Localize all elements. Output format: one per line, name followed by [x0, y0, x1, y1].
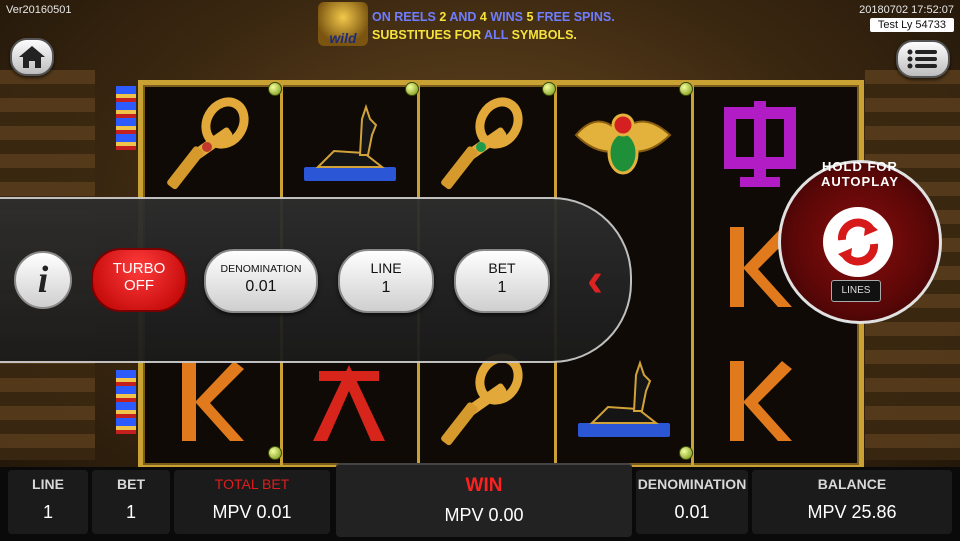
symbol-k [697, 345, 823, 457]
turbo-label: TURBO [112, 260, 166, 277]
symbol-anubis [560, 345, 686, 457]
frame-stud [405, 82, 419, 96]
turbo-button[interactable]: TURBO OFF [91, 248, 187, 312]
denomination-button[interactable]: DENOMINATION 0.01 [204, 249, 318, 313]
home-button[interactable] [10, 38, 54, 76]
version-label: Ver20160501 [6, 4, 72, 16]
info-icon: i [37, 259, 49, 301]
spin-icon-wrap [823, 207, 893, 277]
status-bet: BET 1 [92, 470, 170, 534]
info-button[interactable]: i [14, 251, 72, 309]
frame-decoration-left-top [116, 86, 136, 150]
chevron-left-icon: ‹ [587, 254, 603, 307]
frame-stud [679, 82, 693, 96]
wild-logo: wild [318, 2, 368, 46]
status-denomination: DENOMINATION 0.01 [636, 470, 748, 534]
symbol-ankh [423, 89, 549, 201]
status-total-bet: TOTAL BET MPV 0.01 [174, 470, 330, 534]
wild-banner: wild ON REELS 2 AND 4 WINS 5 FREE SPINS.… [318, 2, 648, 46]
refresh-icon [837, 218, 879, 266]
status-line: LINE 1 [8, 470, 88, 534]
lines-label: LINES [831, 280, 881, 302]
frame-stud [268, 446, 282, 460]
frame-decoration-left-bottom [116, 370, 136, 434]
frame-stud [679, 446, 693, 460]
line-button[interactable]: LINE 1 [338, 249, 434, 313]
home-icon [19, 46, 45, 68]
collapse-panel-button[interactable]: ‹ [575, 256, 615, 306]
frame-stud [268, 82, 282, 96]
menu-button[interactable] [896, 40, 950, 78]
reel-separator [691, 85, 694, 465]
hamburger-menu-icon [907, 49, 937, 69]
banner-line-1: ON REELS 2 AND 4 WINS 5 FREE SPINS. [372, 10, 615, 24]
timestamp: 20180702 17:52:07 [859, 4, 954, 16]
spin-autoplay-button[interactable]: HOLD FOR AUTOPLAY LINES [778, 159, 942, 324]
symbol-scarab [560, 89, 686, 201]
status-win: WIN MPV 0.00 [336, 463, 632, 537]
symbol-ankh [149, 89, 275, 201]
symbol-anubis [286, 89, 412, 201]
turbo-state: OFF [124, 277, 154, 294]
user-badge: Test Ly 54733 [869, 18, 954, 32]
status-balance: BALANCE MPV 25.86 [752, 470, 952, 534]
hold-for-autoplay-label: HOLD FOR AUTOPLAY [820, 159, 900, 189]
banner-line-2: SUBSTITUES FOR ALL SYMBOLS. [372, 28, 577, 42]
frame-stud [542, 82, 556, 96]
bet-button[interactable]: BET 1 [454, 249, 550, 313]
